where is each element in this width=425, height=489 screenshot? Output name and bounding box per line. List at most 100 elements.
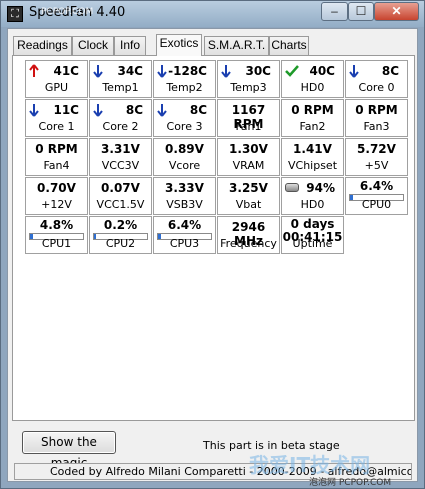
sensor-label: Vcore bbox=[168, 159, 201, 172]
tab-charts[interactable]: Charts bbox=[269, 36, 309, 55]
sensor-label: Core 1 bbox=[38, 120, 75, 133]
sensor-label: +5V bbox=[364, 159, 389, 172]
sensor-cell: 30C Temp3 bbox=[217, 60, 280, 98]
sensor-label: Temp2 bbox=[166, 81, 203, 94]
sensor-cell: 3.33V VSB3V bbox=[153, 177, 216, 215]
sensor-cell: 40C HD0 bbox=[281, 60, 344, 98]
sensor-label: VCC3V bbox=[101, 159, 140, 172]
minimize-button[interactable]: ‒ bbox=[321, 2, 348, 21]
sensor-cell: 6.4% CPU0 bbox=[345, 177, 408, 215]
sensor-label: CPU0 bbox=[361, 198, 392, 211]
sensor-cell: 0.89V Vcore bbox=[153, 138, 216, 176]
sensor-value: 11C bbox=[53, 103, 79, 117]
sensor-value: 8C bbox=[381, 64, 399, 78]
sensor-value: 3.33V bbox=[165, 181, 204, 195]
sensor-label: CPU3 bbox=[169, 237, 200, 250]
sensor-cell: 3.31V VCC3V bbox=[89, 138, 152, 176]
sensor-label: Fan4 bbox=[43, 159, 70, 172]
sensor-cell: 1167 RPM Fan1 bbox=[217, 99, 280, 137]
sensor-label: CPU2 bbox=[105, 237, 136, 250]
sensor-label: GPU bbox=[44, 81, 69, 94]
sensor-label: +12V bbox=[41, 198, 72, 211]
sensor-value: 94% bbox=[306, 181, 335, 195]
sensor-label: VRAM bbox=[232, 159, 265, 172]
title-bar[interactable]: ⛶ SpeedFan 4.40 PCPOP.COM ‒ ☐ ✕ bbox=[1, 1, 424, 27]
sensor-label: Fan3 bbox=[363, 120, 390, 133]
tab-exotics[interactable]: Exotics bbox=[156, 34, 202, 56]
sensor-label: Core 0 bbox=[358, 81, 395, 94]
sensor-value: 0.07V bbox=[101, 181, 140, 195]
exotics-panel: 41C GPU 34C Temp1 -128C Temp2 30C Temp3 40C HD0 8C… bbox=[12, 55, 415, 421]
sensor-cell: -128C Temp2 bbox=[153, 60, 216, 98]
close-button[interactable]: ✕ bbox=[374, 2, 419, 21]
sensor-value: 34C bbox=[117, 64, 143, 78]
sensor-label: Uptime bbox=[292, 237, 333, 250]
sensor-label: Fan2 bbox=[299, 120, 326, 133]
sensor-cell: 0 RPM Fan4 bbox=[25, 138, 88, 176]
tab-smart[interactable]: S.M.A.R.T. bbox=[204, 36, 269, 55]
sensor-label: VCC1.5V bbox=[96, 198, 145, 211]
sensor-cell: 0.70V +12V bbox=[25, 177, 88, 215]
sensor-value: 40C bbox=[309, 64, 335, 78]
sensor-cell: 0 RPM Fan3 bbox=[345, 99, 408, 137]
watermark-cn: 我爱IT技术网 bbox=[249, 453, 371, 477]
sensor-value: 8C bbox=[125, 103, 143, 117]
sensor-cell: 1.41V VChipset bbox=[281, 138, 344, 176]
sensor-cell: 0.2% CPU2 bbox=[89, 216, 152, 254]
sensor-label: VChipset bbox=[287, 159, 338, 172]
sensor-label: HD0 bbox=[300, 198, 325, 211]
sensor-cell: 94% HD0 bbox=[281, 177, 344, 215]
sensor-label: CPU1 bbox=[41, 237, 72, 250]
sensor-cell: 3.25V Vbat bbox=[217, 177, 280, 215]
sensor-cell: 41C GPU bbox=[25, 60, 88, 98]
tab-info[interactable]: Info bbox=[114, 36, 146, 55]
sensor-label: Vbat bbox=[235, 198, 262, 211]
sensor-label: Core 2 bbox=[102, 120, 139, 133]
sensor-cell: 6.4% CPU3 bbox=[153, 216, 216, 254]
sensor-cell: 34C Temp1 bbox=[89, 60, 152, 98]
sensor-value: 0 RPM bbox=[291, 103, 334, 117]
sensor-value: 0 RPM bbox=[35, 142, 78, 156]
sensor-cell: 8C Core 2 bbox=[89, 99, 152, 137]
sensor-cell: 11C Core 1 bbox=[25, 99, 88, 137]
speedfan-window: ⛶ SpeedFan 4.40 PCPOP.COM ‒ ☐ ✕ Readings… bbox=[0, 0, 425, 489]
sensor-value: 3.31V bbox=[101, 142, 140, 156]
sensor-value: 41C bbox=[53, 64, 79, 78]
sensor-value: 1.41V bbox=[293, 142, 332, 156]
sensor-cell: 1.30V VRAM bbox=[217, 138, 280, 176]
sensor-value: -128C bbox=[168, 64, 207, 78]
sensor-cell: 4.8% CPU1 bbox=[25, 216, 88, 254]
sensor-cell: 0 RPM Fan2 bbox=[281, 99, 344, 137]
sensor-label: VSB3V bbox=[166, 198, 203, 211]
sensor-value: 8C bbox=[189, 103, 207, 117]
sensor-cell: 0 days 00:41:15 Uptime bbox=[281, 216, 344, 254]
client-area: Readings Clock Info Exotics S.M.A.R.T. C… bbox=[7, 28, 418, 482]
sensor-label: Temp3 bbox=[230, 81, 267, 94]
app-icon: ⛶ bbox=[7, 6, 23, 22]
sensor-value: 6.4% bbox=[167, 218, 202, 232]
sensor-value: 6.4% bbox=[359, 179, 394, 193]
tab-clock[interactable]: Clock bbox=[72, 36, 114, 55]
maximize-button[interactable]: ☐ bbox=[348, 2, 374, 21]
sensor-cell: 0.07V VCC1.5V bbox=[89, 177, 152, 215]
sensor-value: 3.25V bbox=[229, 181, 268, 195]
sensor-cell: 8C Core 3 bbox=[153, 99, 216, 137]
watermark-bottom: 泡泡网 PCPOP.COM bbox=[309, 478, 392, 488]
sensor-value: 0.89V bbox=[165, 142, 204, 156]
sensor-label: Frequency bbox=[220, 237, 277, 250]
sensor-value: 30C bbox=[245, 64, 271, 78]
sensor-value: 5.72V bbox=[357, 142, 396, 156]
sensor-value: 0.70V bbox=[37, 181, 76, 195]
sensor-cell: 8C Core 0 bbox=[345, 60, 408, 98]
sensor-value: 4.8% bbox=[39, 218, 74, 232]
sensor-label: Temp1 bbox=[102, 81, 139, 94]
tab-readings[interactable]: Readings bbox=[13, 36, 72, 55]
show-magic-button[interactable]: Show the magic bbox=[22, 431, 116, 470]
sensor-value: 1.30V bbox=[229, 142, 268, 156]
sensor-label: HD0 bbox=[300, 81, 325, 94]
sensor-label: Core 3 bbox=[166, 120, 203, 133]
watermark-top: PCPOP.COM bbox=[41, 7, 94, 17]
sensor-value: 0 RPM bbox=[355, 103, 398, 117]
sensor-cell: 5.72V +5V bbox=[345, 138, 408, 176]
sensor-cell: 2946 MHz Frequency bbox=[217, 216, 280, 254]
